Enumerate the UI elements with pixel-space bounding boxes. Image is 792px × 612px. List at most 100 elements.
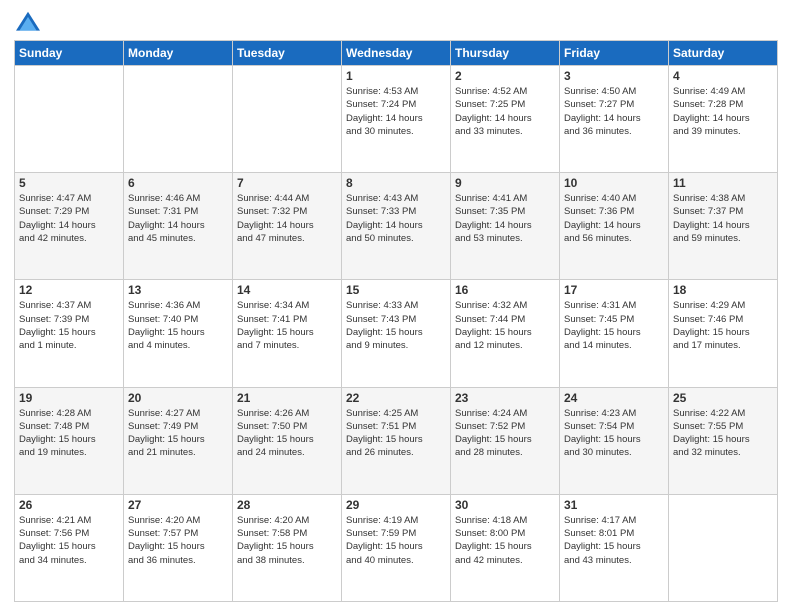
calendar-cell: 31 Sunrise: 4:17 AM Sunset: 8:01 PM Dayli… — [560, 494, 669, 601]
calendar-cell: 25 Sunrise: 4:22 AM Sunset: 7:55 PM Dayli… — [669, 387, 778, 494]
calendar-cell — [124, 66, 233, 173]
day-number: 31 — [564, 498, 664, 512]
day-info: Sunrise: 4:21 AM Sunset: 7:56 PM Dayligh… — [19, 514, 119, 567]
day-info: Sunrise: 4:53 AM Sunset: 7:24 PM Dayligh… — [346, 85, 446, 138]
day-number: 7 — [237, 176, 337, 190]
header — [14, 10, 778, 34]
day-number: 5 — [19, 176, 119, 190]
day-info: Sunrise: 4:24 AM Sunset: 7:52 PM Dayligh… — [455, 407, 555, 460]
day-info: Sunrise: 4:50 AM Sunset: 7:27 PM Dayligh… — [564, 85, 664, 138]
day-number: 20 — [128, 391, 228, 405]
calendar-cell: 4 Sunrise: 4:49 AM Sunset: 7:28 PM Daylig… — [669, 66, 778, 173]
calendar-cell: 20 Sunrise: 4:27 AM Sunset: 7:49 PM Dayli… — [124, 387, 233, 494]
day-info: Sunrise: 4:19 AM Sunset: 7:59 PM Dayligh… — [346, 514, 446, 567]
day-number: 1 — [346, 69, 446, 83]
calendar-cell: 1 Sunrise: 4:53 AM Sunset: 7:24 PM Daylig… — [342, 66, 451, 173]
day-number: 11 — [673, 176, 773, 190]
calendar-cell: 2 Sunrise: 4:52 AM Sunset: 7:25 PM Daylig… — [451, 66, 560, 173]
day-info: Sunrise: 4:32 AM Sunset: 7:44 PM Dayligh… — [455, 299, 555, 352]
day-number: 28 — [237, 498, 337, 512]
calendar-cell: 29 Sunrise: 4:19 AM Sunset: 7:59 PM Dayli… — [342, 494, 451, 601]
day-number: 4 — [673, 69, 773, 83]
weekday-header-saturday: Saturday — [669, 41, 778, 66]
calendar-cell: 12 Sunrise: 4:37 AM Sunset: 7:39 PM Dayli… — [15, 280, 124, 387]
day-number: 6 — [128, 176, 228, 190]
weekday-header-friday: Friday — [560, 41, 669, 66]
calendar-cell: 13 Sunrise: 4:36 AM Sunset: 7:40 PM Dayli… — [124, 280, 233, 387]
day-info: Sunrise: 4:18 AM Sunset: 8:00 PM Dayligh… — [455, 514, 555, 567]
day-info: Sunrise: 4:20 AM Sunset: 7:57 PM Dayligh… — [128, 514, 228, 567]
day-number: 18 — [673, 283, 773, 297]
day-number: 22 — [346, 391, 446, 405]
day-number: 8 — [346, 176, 446, 190]
calendar-week-row-2: 5 Sunrise: 4:47 AM Sunset: 7:29 PM Daylig… — [15, 173, 778, 280]
day-number: 14 — [237, 283, 337, 297]
day-info: Sunrise: 4:36 AM Sunset: 7:40 PM Dayligh… — [128, 299, 228, 352]
calendar-cell: 10Sunrise: 4:40 AM Sunset: 7:36 PM Dayli… — [560, 173, 669, 280]
day-number: 9 — [455, 176, 555, 190]
day-info: Sunrise: 4:22 AM Sunset: 7:55 PM Dayligh… — [673, 407, 773, 460]
day-number: 13 — [128, 283, 228, 297]
day-number: 26 — [19, 498, 119, 512]
calendar-week-row-1: 1 Sunrise: 4:53 AM Sunset: 7:24 PM Daylig… — [15, 66, 778, 173]
calendar-cell: 6 Sunrise: 4:46 AM Sunset: 7:31 PM Daylig… — [124, 173, 233, 280]
day-info: Sunrise: 4:28 AM Sunset: 7:48 PM Dayligh… — [19, 407, 119, 460]
calendar-cell: 9 Sunrise: 4:41 AM Sunset: 7:35 PM Daylig… — [451, 173, 560, 280]
day-number: 24 — [564, 391, 664, 405]
day-info: Sunrise: 4:44 AM Sunset: 7:32 PM Dayligh… — [237, 192, 337, 245]
weekday-header-tuesday: Tuesday — [233, 41, 342, 66]
calendar-cell: 11 Sunrise: 4:38 AM Sunset: 7:37 PM Dayli… — [669, 173, 778, 280]
day-number: 19 — [19, 391, 119, 405]
day-info: Sunrise: 4:25 AM Sunset: 7:51 PM Dayligh… — [346, 407, 446, 460]
day-info: Sunrise: 4:34 AM Sunset: 7:41 PM Dayligh… — [237, 299, 337, 352]
calendar-cell: 21Sunrise: 4:26 AM Sunset: 7:50 PM Dayli… — [233, 387, 342, 494]
day-info: Sunrise: 4:20 AM Sunset: 7:58 PM Dayligh… — [237, 514, 337, 567]
weekday-header-sunday: Sunday — [15, 41, 124, 66]
day-number: 23 — [455, 391, 555, 405]
day-number: 15 — [346, 283, 446, 297]
calendar-cell — [233, 66, 342, 173]
day-info: Sunrise: 4:40 AM Sunset: 7:36 PM Dayligh… — [564, 192, 664, 245]
calendar-cell: 23 Sunrise: 4:24 AM Sunset: 7:52 PM Dayli… — [451, 387, 560, 494]
calendar-cell: 14 Sunrise: 4:34 AM Sunset: 7:41 PM Dayli… — [233, 280, 342, 387]
calendar-week-row-5: 26 Sunrise: 4:21 AM Sunset: 7:56 PM Dayli… — [15, 494, 778, 601]
calendar-cell: 15Sunrise: 4:33 AM Sunset: 7:43 PM Dayli… — [342, 280, 451, 387]
day-info: Sunrise: 4:38 AM Sunset: 7:37 PM Dayligh… — [673, 192, 773, 245]
calendar-cell: 16Sunrise: 4:32 AM Sunset: 7:44 PM Dayli… — [451, 280, 560, 387]
day-info: Sunrise: 4:17 AM Sunset: 8:01 PM Dayligh… — [564, 514, 664, 567]
calendar: SundayMondayTuesdayWednesdayThursdayFrid… — [14, 40, 778, 602]
day-number: 17 — [564, 283, 664, 297]
calendar-cell: 19 Sunrise: 4:28 AM Sunset: 7:48 PM Dayli… — [15, 387, 124, 494]
calendar-week-row-4: 19 Sunrise: 4:28 AM Sunset: 7:48 PM Dayli… — [15, 387, 778, 494]
day-info: Sunrise: 4:47 AM Sunset: 7:29 PM Dayligh… — [19, 192, 119, 245]
calendar-cell: 30 Sunrise: 4:18 AM Sunset: 8:00 PM Dayli… — [451, 494, 560, 601]
day-info: Sunrise: 4:46 AM Sunset: 7:31 PM Dayligh… — [128, 192, 228, 245]
calendar-week-row-3: 12 Sunrise: 4:37 AM Sunset: 7:39 PM Dayli… — [15, 280, 778, 387]
day-number: 21 — [237, 391, 337, 405]
day-number: 29 — [346, 498, 446, 512]
day-number: 12 — [19, 283, 119, 297]
weekday-header-row: SundayMondayTuesdayWednesdayThursdayFrid… — [15, 41, 778, 66]
weekday-header-monday: Monday — [124, 41, 233, 66]
calendar-cell: 27 Sunrise: 4:20 AM Sunset: 7:57 PM Dayli… — [124, 494, 233, 601]
page: SundayMondayTuesdayWednesdayThursdayFrid… — [0, 0, 792, 612]
day-number: 2 — [455, 69, 555, 83]
calendar-cell: 24Sunrise: 4:23 AM Sunset: 7:54 PM Dayli… — [560, 387, 669, 494]
day-info: Sunrise: 4:41 AM Sunset: 7:35 PM Dayligh… — [455, 192, 555, 245]
day-number: 30 — [455, 498, 555, 512]
calendar-cell: 17 Sunrise: 4:31 AM Sunset: 7:45 PM Dayli… — [560, 280, 669, 387]
calendar-cell — [15, 66, 124, 173]
day-info: Sunrise: 4:29 AM Sunset: 7:46 PM Dayligh… — [673, 299, 773, 352]
day-info: Sunrise: 4:49 AM Sunset: 7:28 PM Dayligh… — [673, 85, 773, 138]
day-info: Sunrise: 4:31 AM Sunset: 7:45 PM Dayligh… — [564, 299, 664, 352]
calendar-cell: 18 Sunrise: 4:29 AM Sunset: 7:46 PM Dayli… — [669, 280, 778, 387]
calendar-cell: 26 Sunrise: 4:21 AM Sunset: 7:56 PM Dayli… — [15, 494, 124, 601]
day-info: Sunrise: 4:37 AM Sunset: 7:39 PM Dayligh… — [19, 299, 119, 352]
logo-icon — [14, 10, 42, 34]
calendar-cell: 7 Sunrise: 4:44 AM Sunset: 7:32 PM Daylig… — [233, 173, 342, 280]
day-info: Sunrise: 4:52 AM Sunset: 7:25 PM Dayligh… — [455, 85, 555, 138]
calendar-cell: 5 Sunrise: 4:47 AM Sunset: 7:29 PM Daylig… — [15, 173, 124, 280]
day-number: 25 — [673, 391, 773, 405]
day-info: Sunrise: 4:27 AM Sunset: 7:49 PM Dayligh… — [128, 407, 228, 460]
day-number: 27 — [128, 498, 228, 512]
